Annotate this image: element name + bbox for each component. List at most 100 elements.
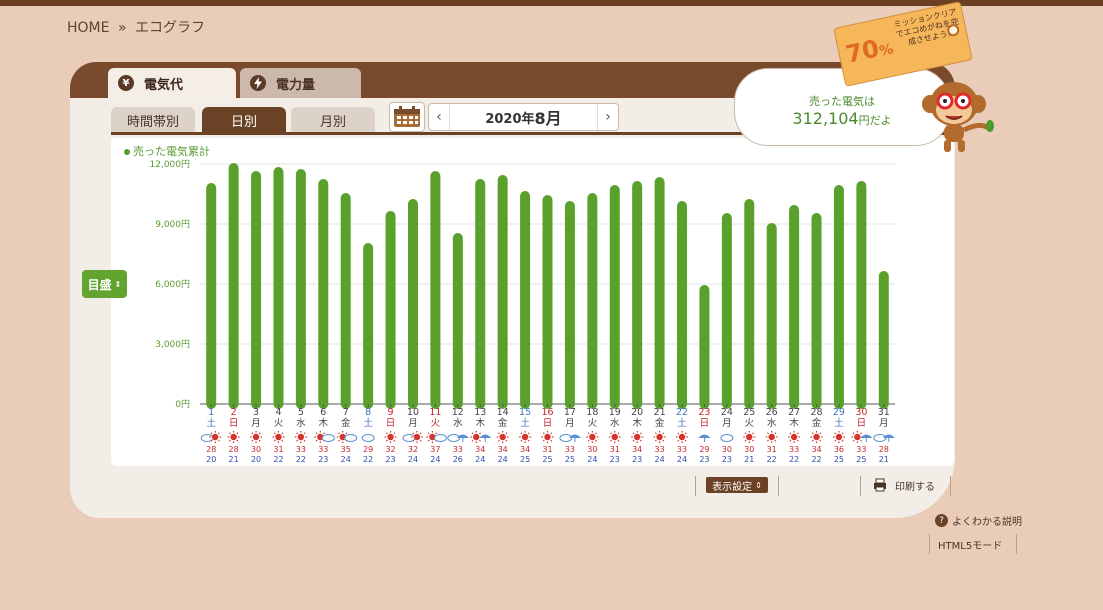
sun-ray	[228, 439, 231, 442]
help-link[interactable]: ? よくわかる説明	[935, 513, 1022, 528]
sun-ray	[550, 439, 553, 442]
sun-ray	[654, 432, 657, 435]
separator	[860, 476, 861, 496]
sun-ray	[505, 439, 508, 442]
sun-icon	[656, 433, 663, 441]
sun-ray	[296, 432, 299, 435]
x-tick-label-day: 25	[743, 407, 755, 418]
sun-ray	[744, 439, 747, 442]
sun-icon	[275, 433, 282, 441]
sun-icon	[413, 433, 421, 441]
sun-ray	[385, 432, 388, 435]
sun-ray	[273, 439, 276, 442]
x-tick-label-weekday: 火	[745, 418, 755, 429]
high-temp-label: 34	[498, 445, 508, 454]
x-tick-label-weekday: 土	[677, 417, 687, 429]
sun-ray	[251, 439, 254, 442]
high-temp-label: 30	[722, 445, 732, 454]
sun-icon	[544, 433, 551, 441]
low-temp-label: 24	[430, 455, 440, 464]
sun-ray	[617, 439, 620, 442]
sun-ray	[819, 432, 822, 435]
html5-mode-link[interactable]: HTML5モード	[938, 537, 1002, 552]
sun-icon	[768, 433, 775, 441]
sun-ray	[774, 439, 777, 442]
umbrella-icon	[882, 434, 895, 438]
sun-ray	[860, 432, 863, 435]
x-tick-label-day: 19	[609, 407, 621, 418]
x-tick-label-weekday: 金	[655, 417, 665, 429]
x-tick-label-day: 10	[407, 407, 419, 418]
sun-ray	[217, 439, 220, 442]
cloud-icon	[321, 434, 335, 442]
x-tick-label-day: 24	[721, 407, 733, 418]
low-temp-label: 20	[206, 455, 216, 464]
low-temp-label: 23	[385, 455, 395, 464]
x-tick-label-day: 20	[631, 407, 643, 418]
sun-ray	[520, 439, 523, 442]
sun-ray	[684, 432, 687, 435]
scale-selector[interactable]: 目盛 ⇕	[82, 270, 127, 298]
high-temp-label: 33	[789, 445, 799, 454]
x-tick-label-day: 28	[810, 407, 822, 418]
sun-ray	[632, 439, 635, 442]
x-tick-label-day: 30	[855, 407, 867, 418]
sun-icon	[473, 433, 480, 441]
scale-label: 目盛	[87, 277, 112, 292]
x-tick-label-day: 15	[519, 407, 531, 418]
x-tick-label-day: 3	[253, 407, 259, 418]
sun-ray	[228, 432, 231, 435]
high-temp-label: 34	[475, 445, 485, 454]
sun-icon	[252, 433, 260, 441]
sun-ray	[587, 432, 590, 435]
sun-ray	[639, 439, 642, 442]
sun-ray	[752, 439, 754, 442]
low-temp-label: 22	[296, 455, 306, 464]
sun-ray	[412, 439, 415, 442]
sun-ray	[550, 432, 553, 435]
sun-ray	[471, 432, 474, 435]
sun-ray	[281, 432, 284, 435]
y-tick-label: 6,000円	[155, 279, 190, 290]
sun-ray	[419, 432, 422, 435]
sun-ray	[811, 432, 814, 435]
sun-icon	[678, 433, 686, 441]
display-settings-button[interactable]: 表示設定 ⇕	[706, 477, 768, 493]
x-tick-label-day: 13	[474, 407, 486, 418]
high-temp-label: 28	[229, 445, 239, 454]
low-temp-label: 24	[341, 455, 351, 464]
x-tick-label-day: 31	[878, 407, 890, 418]
sun-ray	[587, 439, 590, 442]
high-temp-label: 34	[520, 445, 530, 454]
y-tick-label: 3,000円	[155, 339, 190, 350]
print-button[interactable]: 印刷する	[873, 476, 943, 494]
sun-ray	[767, 439, 769, 442]
x-tick-label-weekday: 木	[632, 417, 642, 429]
sun-icon	[835, 433, 843, 441]
x-tick-label-weekday: 日	[386, 418, 396, 429]
sun-icon	[230, 433, 237, 441]
high-temp-label: 31	[767, 445, 777, 454]
y-tick-label: 0円	[175, 399, 190, 410]
sun-ray	[632, 432, 635, 435]
sun-ray	[520, 432, 523, 435]
high-temp-label: 33	[453, 445, 463, 454]
low-temp-label: 25	[565, 455, 575, 464]
x-tick-label-day: 23	[698, 407, 710, 418]
x-tick-label-weekday: 木	[319, 417, 329, 429]
help-label: よくわかる説明	[952, 517, 1022, 528]
high-temp-label: 32	[408, 445, 418, 454]
sun-ray	[789, 439, 792, 442]
x-tick-label-weekday: 火	[588, 418, 598, 429]
sun-icon	[854, 433, 861, 441]
x-tick-label-day: 7	[343, 407, 349, 418]
sun-ray	[258, 432, 261, 435]
umbrella-icon	[698, 434, 711, 438]
x-tick-label-weekday: 日	[229, 418, 239, 429]
sun-ray	[789, 432, 792, 435]
sun-ray	[315, 432, 318, 435]
sun-ray	[796, 439, 799, 442]
high-temp-label: 30	[587, 445, 597, 454]
high-temp-label: 30	[251, 445, 261, 454]
sun-ray	[542, 439, 545, 442]
